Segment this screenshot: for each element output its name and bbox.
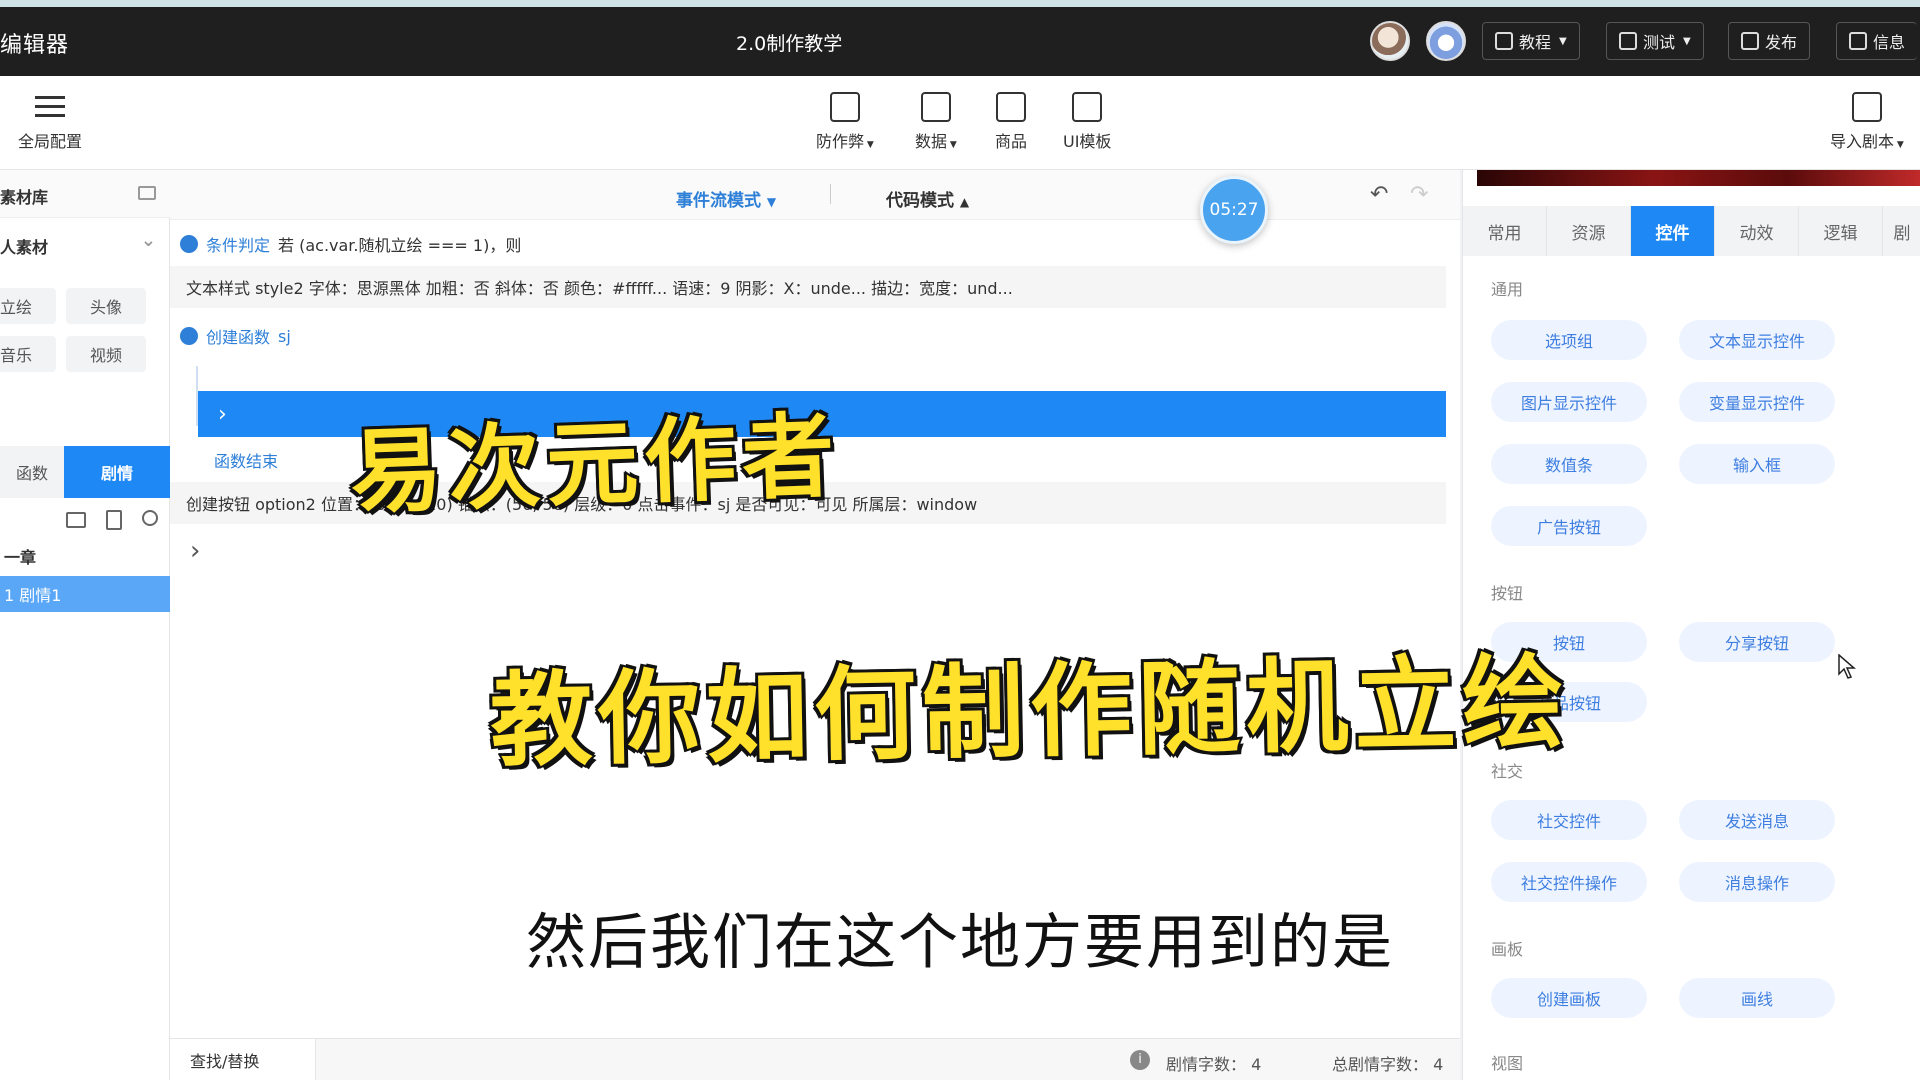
- create-function-line[interactable]: 创建函数 sj: [180, 324, 291, 348]
- publish-button[interactable]: 发布: [1728, 22, 1811, 60]
- import-icon: [1851, 92, 1882, 122]
- chevron-down-icon: ▼: [864, 140, 874, 150]
- mouse-cursor-icon: [1838, 654, 1856, 679]
- chevron-down-icon: ⌄: [140, 230, 156, 251]
- import-script-button[interactable]: 导入剧本 ▼: [1830, 92, 1904, 152]
- image-display-item[interactable]: 图片显示控件: [1491, 382, 1647, 422]
- template-icon: [1072, 92, 1103, 122]
- tutorial-button[interactable]: 教程 ▼: [1482, 22, 1580, 60]
- app-title: 编辑器: [0, 33, 70, 58]
- global-config-button[interactable]: 全局配置: [18, 92, 82, 152]
- chart-icon: [920, 92, 951, 122]
- video-subtitle: 然后我们在这个地方要用到的是: [526, 908, 1394, 978]
- section-view: 视图: [1491, 1054, 1524, 1073]
- component-tabs: 常用 资源 控件 动效 逻辑 剧: [1463, 206, 1920, 256]
- status-bar: 查找/替换 i 剧情字数： 4 总剧情字数： 4: [170, 1038, 1460, 1080]
- option-group-item[interactable]: 选项组: [1491, 320, 1647, 360]
- text-style-row[interactable]: 文本样式 style2 字体：思源黑体 加粗：否 斜体：否 颜色：#fffff.…: [170, 266, 1446, 308]
- export-icon: [1741, 32, 1759, 50]
- chip-avatar[interactable]: 头像: [66, 288, 146, 324]
- create-canvas-item[interactable]: 创建画板: [1491, 978, 1647, 1018]
- undo-icon[interactable]: ↶: [1370, 182, 1388, 207]
- collapse-marker-icon: [180, 327, 198, 345]
- goods-button[interactable]: 商品: [995, 92, 1027, 152]
- overlay-title-tutorial: 教你如何制作随机立绘: [487, 642, 1573, 784]
- text-display-item[interactable]: 文本显示控件: [1679, 320, 1835, 360]
- test-button[interactable]: 测试 ▼: [1606, 22, 1704, 60]
- list-icon: [35, 92, 65, 122]
- function-end-line[interactable]: 函数结束: [214, 448, 278, 472]
- my-assets-header[interactable]: 人素材 ⌄: [0, 220, 170, 268]
- overlay-title-author: 易次元作者: [347, 400, 844, 528]
- chapter-item[interactable]: 一章: [0, 538, 170, 574]
- ui-template-button[interactable]: UI模板: [1063, 92, 1111, 152]
- search-icon[interactable]: [142, 510, 158, 526]
- tab-story-more[interactable]: 剧: [1883, 206, 1920, 256]
- share-button-item[interactable]: 分享按钮: [1679, 622, 1835, 662]
- tab-logic[interactable]: 逻辑: [1799, 206, 1883, 256]
- social-control-item[interactable]: 社交控件: [1491, 800, 1647, 840]
- code-mode-button[interactable]: 代码模式 ▲: [886, 186, 969, 211]
- chevron-down-icon: ▼: [1894, 140, 1904, 150]
- tab-resources[interactable]: 资源: [1547, 206, 1631, 256]
- play-marker-icon: [180, 235, 198, 253]
- app-header: 编辑器 2.0制作教学 教程 ▼ 测试 ▼ 发布 信息: [0, 7, 1920, 76]
- section-general: 通用: [1491, 280, 1524, 299]
- project-title: 2.0制作教学: [736, 33, 843, 55]
- caret-up-icon: ▲: [959, 195, 970, 209]
- find-replace-button[interactable]: 查找/替换: [170, 1039, 316, 1080]
- anti-cheat-button[interactable]: 防作弊 ▼: [816, 92, 874, 152]
- condition-line[interactable]: 条件判定 若 (ac.var.随机立绘 === 1)，则: [180, 232, 521, 256]
- value-bar-item[interactable]: 数值条: [1491, 444, 1647, 484]
- book-icon: [1495, 32, 1513, 50]
- shopping-bag-icon: [996, 92, 1026, 122]
- data-button[interactable]: 数据 ▼: [915, 92, 957, 152]
- story-word-count: 剧情字数： 4: [1166, 1055, 1262, 1074]
- caret-down-icon: ▼: [766, 195, 777, 209]
- chevron-down-icon: ▼: [1683, 35, 1691, 47]
- preview-image-strip: [1477, 170, 1920, 186]
- chip-video[interactable]: 视频: [66, 336, 146, 372]
- tab-common[interactable]: 常用: [1463, 206, 1547, 256]
- info-icon: i: [1130, 1050, 1150, 1070]
- info-button[interactable]: 信息: [1836, 22, 1918, 60]
- tab-effects[interactable]: 动效: [1715, 206, 1799, 256]
- redo-icon[interactable]: ↷: [1410, 182, 1428, 207]
- variable-display-item[interactable]: 变量显示控件: [1679, 382, 1835, 422]
- section-buttons: 按钮: [1491, 584, 1524, 603]
- chevron-down-icon: ▼: [1559, 35, 1567, 47]
- ad-button-item[interactable]: 广告按钮: [1491, 506, 1647, 546]
- new-file-icon[interactable]: [106, 510, 122, 530]
- chevron-down-icon: ▼: [947, 140, 957, 150]
- countdown-timer: 05:27: [1200, 176, 1268, 244]
- anti-cheat-icon: [829, 92, 860, 122]
- tab-controls[interactable]: 控件: [1631, 206, 1715, 256]
- chevron-right-icon: ›: [218, 401, 227, 427]
- chip-music[interactable]: 音乐: [0, 336, 56, 372]
- story-item[interactable]: 1 剧情1: [0, 576, 170, 612]
- new-folder-icon[interactable]: [66, 512, 86, 528]
- total-word-count: 总剧情字数： 4: [1332, 1055, 1444, 1074]
- folder-icon[interactable]: [138, 186, 156, 200]
- tab-functions[interactable]: 函数: [0, 446, 64, 498]
- edit-icon: [1849, 32, 1867, 50]
- collaborator-avatar[interactable]: [1426, 21, 1466, 61]
- chevron-right-icon[interactable]: ›: [190, 536, 200, 566]
- chip-standing-art[interactable]: 立绘: [0, 288, 56, 324]
- top-strip: [0, 0, 1920, 7]
- draw-line-item[interactable]: 画线: [1679, 978, 1835, 1018]
- mode-divider: [830, 184, 831, 204]
- main-toolbar: 全局配置 防作弊 ▼ 数据 ▼ 商品 UI模板 导入剧本 ▼: [0, 76, 1920, 170]
- library-header: 素材库: [0, 170, 170, 218]
- tab-story[interactable]: 剧情: [64, 446, 170, 498]
- send-message-item[interactable]: 发送消息: [1679, 800, 1835, 840]
- play-icon: [1619, 32, 1637, 50]
- input-box-item[interactable]: 输入框: [1679, 444, 1835, 484]
- event-flow-mode-button[interactable]: 事件流模式 ▼: [676, 186, 776, 211]
- user-avatar[interactable]: [1370, 21, 1410, 61]
